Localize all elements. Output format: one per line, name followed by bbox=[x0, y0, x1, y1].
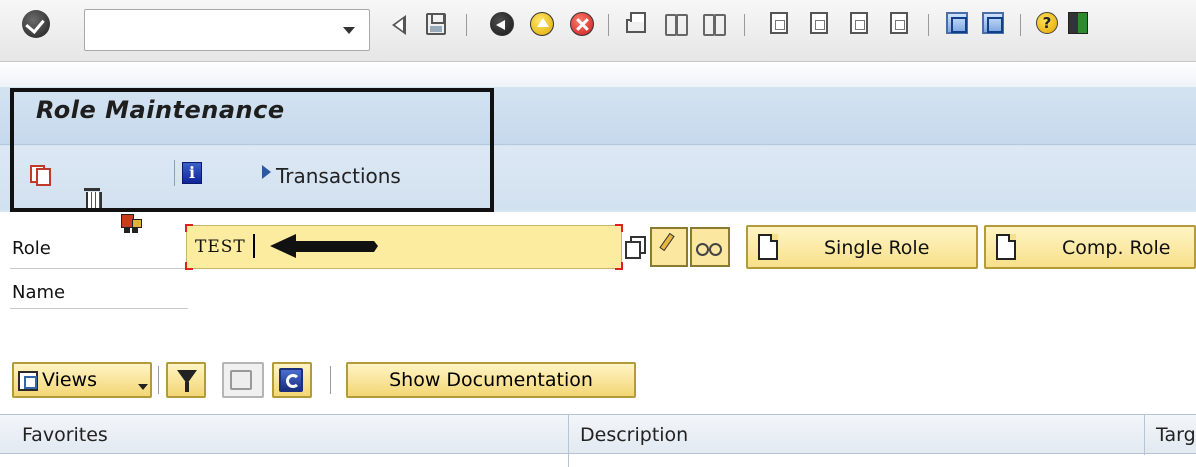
column-header-description[interactable]: Description bbox=[580, 424, 688, 446]
document-icon bbox=[758, 234, 778, 260]
toolbar-separator bbox=[608, 14, 609, 36]
column-header-target[interactable]: Targ bbox=[1156, 424, 1196, 446]
filter-off-icon bbox=[230, 370, 252, 390]
text-cursor bbox=[253, 234, 255, 258]
system-toolbar: ? bbox=[0, 0, 1196, 62]
copy-role-icon[interactable] bbox=[28, 162, 51, 186]
name-label: Name bbox=[12, 282, 66, 303]
column-divider bbox=[568, 454, 569, 467]
next-page-icon[interactable] bbox=[850, 12, 874, 38]
information-icon[interactable]: i bbox=[182, 162, 202, 184]
new-session-icon[interactable] bbox=[946, 12, 970, 38]
title-area: Role Maintenance bbox=[0, 62, 1196, 212]
toolbar-separator bbox=[174, 160, 175, 186]
glasses-icon bbox=[696, 241, 722, 256]
required-marker bbox=[185, 262, 193, 270]
delete-icon[interactable] bbox=[82, 186, 104, 210]
cancel-icon[interactable] bbox=[570, 12, 594, 38]
toolbar-separator bbox=[466, 14, 467, 36]
back-green-icon[interactable] bbox=[490, 12, 514, 38]
column-divider[interactable] bbox=[1144, 415, 1145, 455]
required-marker bbox=[615, 224, 623, 232]
chevron-down-icon[interactable] bbox=[343, 27, 355, 34]
refresh-icon bbox=[279, 368, 303, 392]
toolbar-separator bbox=[330, 366, 331, 394]
title-top-strip bbox=[0, 62, 1196, 87]
show-documentation-button[interactable]: Show Documentation bbox=[346, 362, 636, 398]
composite-role-button[interactable]: Comp. Role bbox=[984, 225, 1196, 269]
annotation-arrow-icon bbox=[270, 234, 378, 258]
change-button[interactable] bbox=[650, 227, 688, 267]
document-icon bbox=[996, 234, 1016, 260]
role-label: Role bbox=[12, 238, 51, 259]
command-input[interactable] bbox=[91, 18, 321, 42]
last-page-icon[interactable] bbox=[890, 12, 914, 38]
application-toolbar bbox=[0, 146, 1196, 210]
column-header-favorites[interactable]: Favorites bbox=[22, 424, 108, 446]
views-label: Views bbox=[42, 369, 97, 391]
page-title: Role Maintenance bbox=[36, 96, 285, 124]
refresh-button[interactable] bbox=[272, 362, 312, 398]
toolbar-separator bbox=[1020, 14, 1021, 36]
transport-icon[interactable] bbox=[120, 210, 142, 234]
composite-role-label: Comp. Role bbox=[1062, 237, 1171, 259]
previous-page-icon[interactable] bbox=[810, 12, 834, 38]
table-header: Favorites Description Targ bbox=[0, 414, 1196, 455]
required-marker bbox=[185, 224, 193, 232]
transactions-button[interactable]: Transactions bbox=[276, 164, 401, 188]
views-icon bbox=[18, 371, 38, 391]
command-field[interactable] bbox=[84, 9, 370, 51]
save-icon[interactable] bbox=[424, 12, 448, 38]
layout-icon[interactable] bbox=[1068, 12, 1092, 38]
chevron-down-icon bbox=[138, 384, 148, 390]
show-documentation-label: Show Documentation bbox=[389, 369, 593, 391]
find-next-icon[interactable] bbox=[702, 12, 726, 38]
pencil-icon bbox=[659, 232, 675, 252]
shortcut-icon[interactable] bbox=[982, 12, 1006, 38]
help-icon[interactable]: ? bbox=[1036, 12, 1060, 38]
find-icon[interactable] bbox=[664, 12, 688, 38]
enter-icon[interactable] bbox=[22, 10, 50, 38]
role-input[interactable] bbox=[195, 234, 615, 260]
filter-icon bbox=[177, 370, 197, 392]
print-icon[interactable] bbox=[626, 12, 650, 38]
label-underline bbox=[10, 308, 188, 309]
single-role-label: Single Role bbox=[824, 237, 930, 259]
label-underline bbox=[10, 268, 188, 269]
single-role-button[interactable]: Single Role bbox=[746, 225, 978, 269]
required-marker bbox=[615, 262, 623, 270]
views-button[interactable]: Views bbox=[12, 362, 152, 398]
exit-icon[interactable] bbox=[530, 12, 554, 38]
role-field[interactable] bbox=[185, 224, 623, 270]
toolbar-separator bbox=[744, 14, 745, 36]
first-page-icon[interactable] bbox=[770, 12, 794, 38]
back-icon[interactable] bbox=[388, 12, 412, 38]
duplicate-icon[interactable] bbox=[624, 234, 646, 259]
toolbar-separator bbox=[158, 366, 159, 394]
remove-filter-button[interactable] bbox=[222, 362, 264, 398]
column-divider[interactable] bbox=[568, 415, 569, 455]
filter-button[interactable] bbox=[166, 362, 206, 398]
display-button[interactable] bbox=[690, 227, 730, 267]
toolbar-separator bbox=[928, 14, 929, 36]
arrow-right-icon bbox=[262, 165, 271, 179]
